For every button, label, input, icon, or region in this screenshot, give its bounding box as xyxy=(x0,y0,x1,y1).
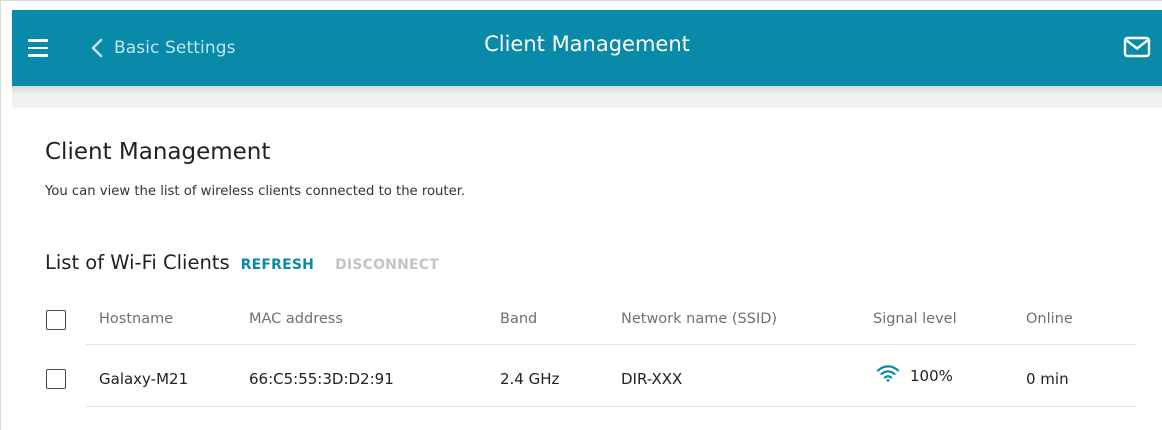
top-bar: Basic Settings Client Management xyxy=(12,10,1162,86)
cell-hostname: Galaxy-M21 xyxy=(99,370,189,388)
disconnect-button[interactable]: DISCONNECT xyxy=(335,257,439,273)
column-header-signal[interactable]: Signal level xyxy=(873,311,957,327)
clients-list-title: List of Wi-Fi Clients xyxy=(45,251,230,274)
main-content: Client Management You can view the list … xyxy=(12,108,1162,430)
table-divider xyxy=(86,344,1136,345)
cell-signal: 100% xyxy=(876,364,953,385)
column-header-online[interactable]: Online xyxy=(1026,311,1073,327)
column-header-ssid[interactable]: Network name (SSID) xyxy=(621,311,777,327)
column-header-hostname[interactable]: Hostname xyxy=(99,311,173,327)
cell-mac: 66:C5:55:3D:D2:91 xyxy=(249,370,394,388)
column-header-band[interactable]: Band xyxy=(500,311,537,327)
app-window: Basic Settings Client Management Client … xyxy=(0,0,1162,430)
cell-online: 0 min xyxy=(1026,370,1069,388)
frame-border xyxy=(0,0,1162,1)
wifi-signal-icon xyxy=(876,365,900,382)
frame-border xyxy=(0,0,1,430)
signal-value: 100% xyxy=(910,367,953,385)
cell-band: 2.4 GHz xyxy=(500,370,560,388)
mail-icon[interactable] xyxy=(1123,36,1151,58)
cell-ssid: DIR-XXX xyxy=(621,370,683,388)
page-title: Client Management xyxy=(484,32,690,56)
section-description: You can view the list of wireless client… xyxy=(45,184,466,199)
header-shadow xyxy=(12,86,1162,108)
table-row-divider xyxy=(86,406,1136,407)
select-all-checkbox[interactable] xyxy=(46,310,66,330)
refresh-button[interactable]: REFRESH xyxy=(241,257,314,273)
column-header-mac[interactable]: MAC address xyxy=(249,311,343,327)
section-heading: Client Management xyxy=(45,139,271,165)
clients-list-header: List of Wi-Fi Clients REFRESH DISCONNECT xyxy=(45,251,439,274)
row-checkbox[interactable] xyxy=(46,369,66,389)
